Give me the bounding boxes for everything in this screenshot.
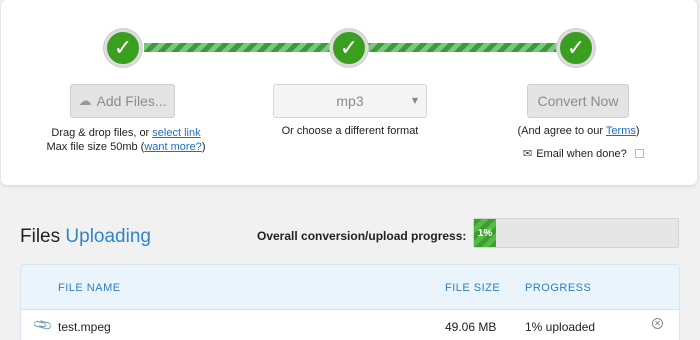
envelope-icon: ✉ <box>523 147 533 160</box>
step-3-checkmark-icon: ✓ <box>557 29 595 67</box>
files-title-accent: Uploading <box>65 226 151 247</box>
drag-drop-hint: Drag & drop files, or select link <box>31 127 221 139</box>
add-files-label: Add Files... <box>96 93 167 109</box>
paperclip-icon: 📎 <box>32 314 55 337</box>
column-header-file-name: FILE NAME <box>58 282 121 294</box>
format-selected-value: mp3 <box>336 93 364 109</box>
progress-track-1 <box>144 43 334 52</box>
max-size-close: ) <box>201 141 206 153</box>
want-more-link[interactable]: want more? <box>144 141 201 153</box>
email-checkbox[interactable] <box>634 149 644 158</box>
column-header-file-size: FILE SIZE <box>445 282 501 294</box>
email-when-done: ✉ Email when done? <box>523 147 644 160</box>
chevron-down-icon: ▼ <box>411 96 418 105</box>
files-title-plain: Files <box>20 226 61 247</box>
converter-card: ✓ ✓ ✓ ☁ Add Files... mp3 ▼ Convert Now D… <box>1 0 697 185</box>
step-2-checkmark-icon: ✓ <box>330 29 368 67</box>
file-name-cell: test.mpeg <box>58 320 111 334</box>
step-1-checkmark-icon: ✓ <box>104 29 142 67</box>
format-select[interactable]: mp3 ▼ <box>273 84 427 118</box>
terms-link[interactable]: Terms <box>606 125 636 137</box>
files-table: FILE NAME FILE SIZE PROGRESS 📎 test.mpeg… <box>20 264 680 340</box>
max-size-hint: Max file size 50mb (want more?) <box>31 141 221 153</box>
terms-agreement: (And agree to our Terms) <box>511 125 646 137</box>
max-size-text: Max file size 50mb ( <box>46 141 145 153</box>
agree-prefix: (And agree to our <box>517 125 606 137</box>
files-table-header: FILE NAME FILE SIZE PROGRESS <box>21 265 679 310</box>
close-circle-icon[interactable]: ✕ <box>652 318 663 329</box>
convert-now-button[interactable]: Convert Now <box>527 84 629 118</box>
format-helper-text: Or choose a different format <box>281 125 419 137</box>
overall-progress-fill: 1% <box>474 219 496 247</box>
cloud-upload-icon: ☁ <box>78 93 92 109</box>
file-size-cell: 49.06 MB <box>445 320 497 334</box>
email-label: Email when done? <box>536 147 627 160</box>
overall-progress-bar: 1% <box>473 218 679 248</box>
file-progress-cell: 1% uploaded <box>525 320 596 334</box>
convert-now-label: Convert Now <box>537 93 619 109</box>
column-header-progress: PROGRESS <box>525 282 592 294</box>
agree-suffix: ) <box>635 125 640 137</box>
add-files-button[interactable]: ☁ Add Files... <box>70 84 175 118</box>
overall-progress-label: Overall conversion/upload progress: <box>257 229 467 243</box>
progress-track-2 <box>368 43 560 52</box>
select-link[interactable]: select link <box>152 127 200 139</box>
table-row: 📎 test.mpeg 49.06 MB 1% uploaded ✕ <box>21 311 679 340</box>
drag-drop-text: Drag & drop files, or <box>51 127 153 139</box>
files-section-title: Files Uploading <box>20 226 151 248</box>
